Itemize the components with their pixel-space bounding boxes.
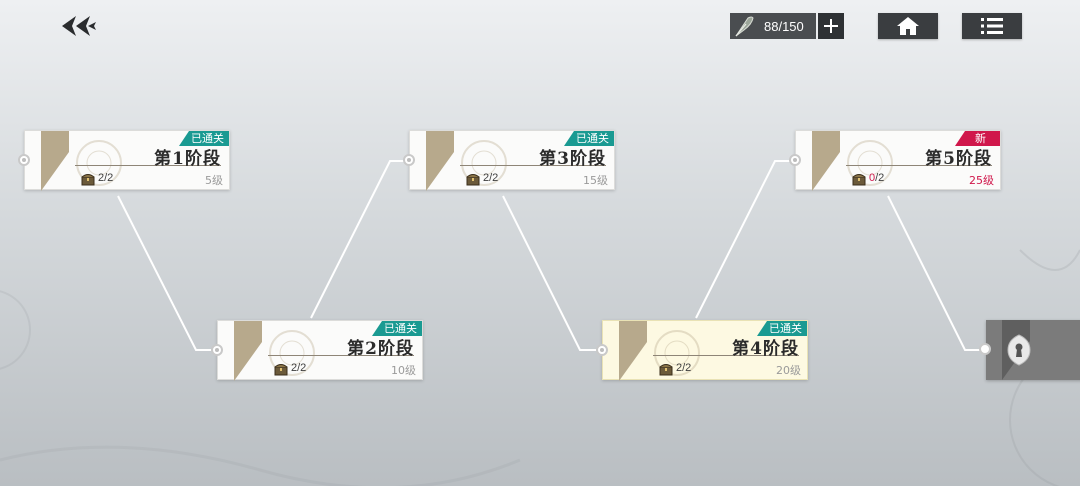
chest-count: 0/2 <box>869 172 884 184</box>
stage-card-5[interactable]: 新 第5阶段 0/2 25级 <box>789 130 1001 191</box>
stage-card-1[interactable]: 已通关 第1阶段 2/2 5级 <box>18 130 230 191</box>
chest-count: 2/2 <box>676 362 692 374</box>
stage-connector-node <box>403 154 415 166</box>
stage-connector-node <box>789 154 801 166</box>
stage-connector-node <box>979 343 991 355</box>
stage-connector-node <box>211 344 223 356</box>
chest-total: /2 <box>875 172 885 184</box>
stage-tab-decoration <box>234 321 262 381</box>
stage-level: 15级 <box>583 174 608 187</box>
stage-level: 5级 <box>205 174 223 187</box>
treasure-chest-icon <box>852 174 866 186</box>
chest-count: 2/2 <box>483 172 499 184</box>
stage-title: 第4阶段 <box>732 339 799 359</box>
keyhole-lock-icon <box>1007 334 1031 366</box>
stage-title: 第2阶段 <box>347 339 414 359</box>
stage-tab-decoration <box>41 131 69 191</box>
treasure-chest-icon <box>81 174 95 186</box>
stage-title: 第3阶段 <box>539 149 606 169</box>
stage-tab-decoration <box>426 131 454 191</box>
stage-path-lines <box>117 160 985 351</box>
chest-count: 2/2 <box>291 362 307 374</box>
stage-card-2[interactable]: 已通关 第2阶段 2/2 10级 <box>211 320 423 381</box>
chest-count: 2/2 <box>98 172 114 184</box>
stage-tab-decoration <box>812 131 840 191</box>
stage-title: 第1阶段 <box>154 149 221 169</box>
treasure-chest-icon <box>659 364 673 376</box>
stage-level: 25级 <box>969 174 994 187</box>
treasure-chest-icon <box>466 174 480 186</box>
stage-connector-node <box>596 344 608 356</box>
stage-tab-decoration <box>619 321 647 381</box>
stage-card-3[interactable]: 已通关 第3阶段 2/2 15级 <box>403 130 615 191</box>
stage-level: 20级 <box>776 364 801 377</box>
stage-level: 10级 <box>391 364 416 377</box>
locked-stage-card[interactable] <box>979 320 1080 380</box>
stage-title: 第5阶段 <box>925 149 992 169</box>
stage-connector-node <box>18 154 30 166</box>
stage-card-4[interactable]: 已通关 第4阶段 2/2 20级 <box>596 320 808 381</box>
treasure-chest-icon <box>274 364 288 376</box>
